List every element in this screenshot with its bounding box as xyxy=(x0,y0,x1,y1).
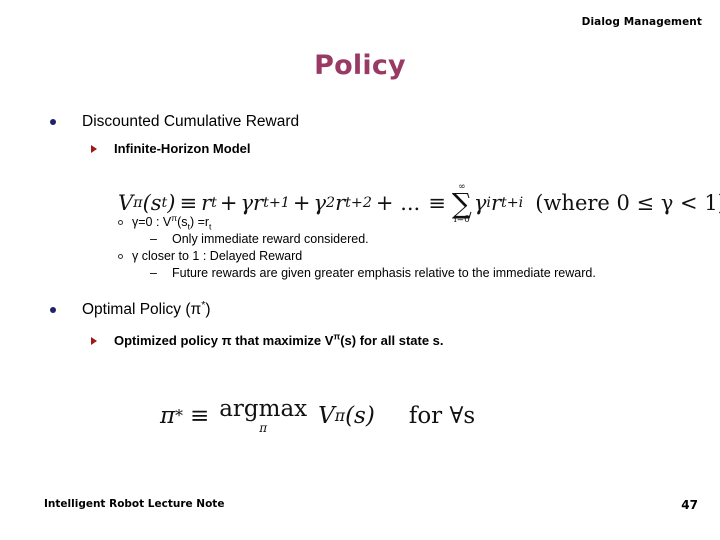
equation-discounted-reward: Vπ (s t) ≡ rt + γ r t+1 + γ 2 r t+2 + ... ≡ ∞ ∑… xyxy=(118,182,720,230)
bullet2-label-b: ) xyxy=(205,301,211,318)
eq1-lhs: V xyxy=(118,190,134,215)
eq1-term3-coef: γ xyxy=(313,190,327,215)
slide-header: Dialog Management xyxy=(581,16,702,28)
argmax-operator: argmax π xyxy=(219,396,308,435)
dash-bullet-icon: – xyxy=(150,266,157,280)
eq1-condition: (where 0 ≤ γ < 1) xyxy=(535,190,720,215)
case-gamma-zero-detail: – Only immediate reward considered. xyxy=(44,231,694,248)
slide-body: Discounted Cumulative Reward Infinite-Ho… xyxy=(44,112,694,350)
sub-bullet2-text-b: (s) for all state s. xyxy=(340,333,444,348)
eq2-equiv: ≡ xyxy=(189,403,210,429)
eq1-term3: r xyxy=(335,190,346,215)
page-title: Policy xyxy=(314,50,406,81)
case2-text: γ closer to 1 : Delayed Reward xyxy=(132,249,303,263)
sub-bullet-optimized-policy: Optimized policy π that maximize Vπ(s) f… xyxy=(44,332,694,350)
summation-symbol: ∞ ∑ i=0 xyxy=(452,183,472,225)
eq1-plus-1: + xyxy=(219,190,238,215)
eq1-lhs-arg: (s xyxy=(142,190,162,215)
case1-detail: Only immediate reward considered. xyxy=(172,232,369,246)
argmax-label: argmax xyxy=(219,396,308,422)
circle-bullet-icon xyxy=(118,254,123,259)
sub-bullet1-label: Infinite-Horizon Model xyxy=(114,141,251,156)
bullet-dot-icon xyxy=(50,307,56,313)
equation-optimal-policy: π * ≡ argmax π Vπ (s) for ∀s xyxy=(160,396,476,435)
eq2-v-arg: (s) xyxy=(345,403,375,429)
eq1-ellipsis: + ... xyxy=(375,190,421,215)
eq1-term2-coef: γ xyxy=(240,190,254,215)
bullet2-label-a: Optimal Policy (π xyxy=(82,301,202,318)
bullet-optimal-policy: Optimal Policy (π*) xyxy=(44,300,694,320)
case-gamma-near-one-detail: – Future rewards are given greater empha… xyxy=(44,265,720,282)
argmax-subscript: π xyxy=(259,421,268,435)
eq1-term1: r xyxy=(201,190,212,215)
eq2-v: V xyxy=(318,403,335,429)
eq2-forall: for ∀s xyxy=(408,403,476,429)
bullet-discounted-cumulative-reward: Discounted Cumulative Reward xyxy=(44,112,694,132)
eq1-lhs-arg-close: ) xyxy=(167,190,176,215)
eq2-pi: π xyxy=(160,403,176,429)
eq1-plus-2: + xyxy=(292,190,311,215)
case-gamma-near-one: γ closer to 1 : Delayed Reward xyxy=(44,248,694,265)
footer-note: Intelligent Robot Lecture Note xyxy=(44,498,225,510)
bullet-dot-icon xyxy=(50,119,56,125)
sub-bullet2-text-a: Optimized policy π that maximize V xyxy=(114,333,334,348)
sigma-icon: ∑ xyxy=(451,187,472,220)
bullet1-label: Discounted Cumulative Reward xyxy=(82,113,300,130)
eq1-equiv: ≡ xyxy=(179,190,198,215)
page-number: 47 xyxy=(681,498,698,512)
eq1-equiv-2: ≡ xyxy=(428,190,446,215)
eq1-term2: r xyxy=(253,190,264,215)
dash-bullet-icon: – xyxy=(150,232,157,246)
eq1-sum-body: r xyxy=(490,190,501,215)
eq1-sum-coef: γ xyxy=(473,190,487,215)
case2-detail: Future rewards are given greater emphasi… xyxy=(172,266,596,280)
triangle-bullet-icon xyxy=(91,145,97,153)
sum-lower-limit: i=0 xyxy=(453,214,470,225)
triangle-bullet-icon xyxy=(91,337,97,345)
sub-bullet-infinite-horizon-model: Infinite-Horizon Model xyxy=(44,140,694,158)
slide: Dialog Management Policy Discounted Cumu… xyxy=(0,0,720,540)
